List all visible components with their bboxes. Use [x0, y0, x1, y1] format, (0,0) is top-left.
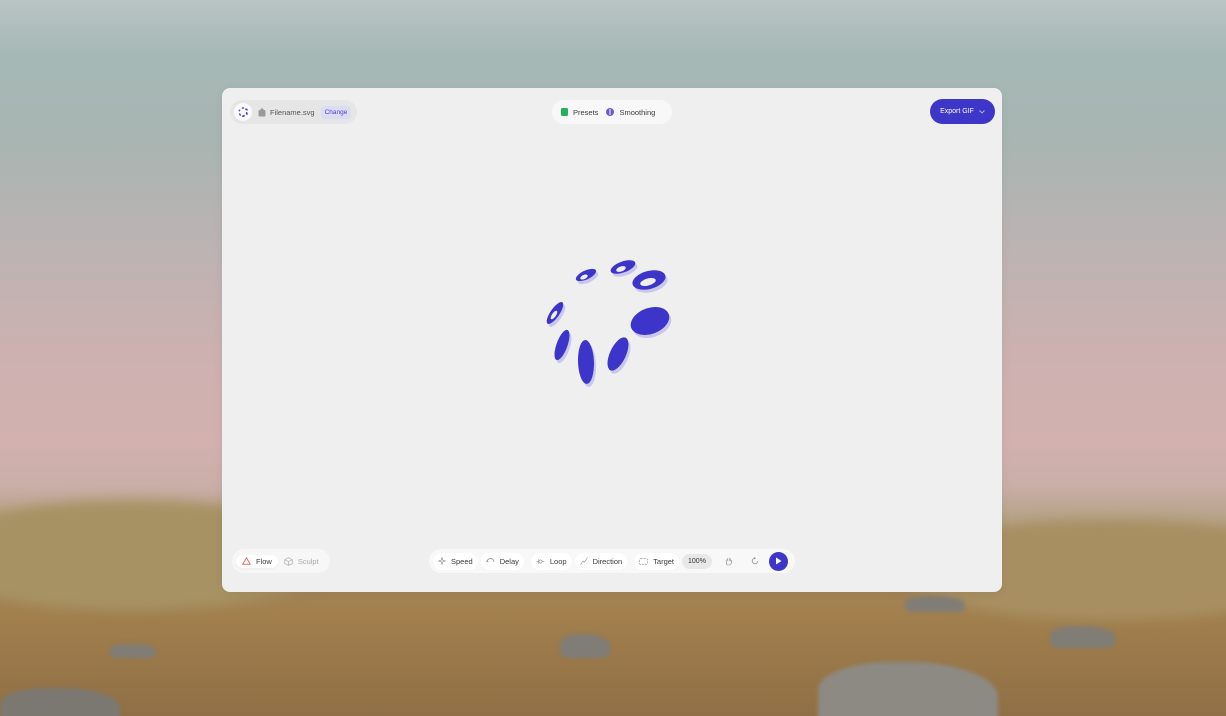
presets-button[interactable]: Presets: [557, 108, 602, 117]
flow-label: Flow: [256, 556, 272, 566]
mode-flow-button[interactable]: Flow: [236, 554, 278, 568]
reset-icon[interactable]: [746, 552, 764, 570]
smoothing-icon: [606, 108, 615, 116]
top-menu: Presets Smoothing: [552, 100, 672, 124]
animated-logo-artwork: [546, 260, 670, 384]
zoom-level[interactable]: 100%: [682, 553, 712, 569]
rock: [1050, 626, 1115, 648]
mode-switcher: Flow Sculpt: [232, 549, 330, 573]
flow-icon: [242, 557, 251, 565]
petal-shape: [607, 337, 629, 371]
delay-icon: [485, 557, 495, 565]
petal-shape: [577, 340, 595, 384]
mode-sculpt-button[interactable]: Sculpt: [278, 555, 325, 568]
file-icon: [258, 108, 266, 117]
petal-shape: [630, 306, 670, 336]
rock: [818, 662, 998, 716]
chevron-down-icon: [979, 109, 985, 114]
export-gif-button[interactable]: Export GIF: [930, 99, 995, 124]
loop-icon: [536, 558, 545, 565]
animation-controls: Speed Delay Loop Direction Target 100%: [429, 549, 795, 573]
rock: [905, 596, 965, 612]
sculpt-icon: [284, 556, 293, 566]
play-icon: [775, 557, 782, 565]
rock: [560, 634, 610, 658]
loop-button[interactable]: Loop: [530, 552, 572, 570]
hand-icon[interactable]: [720, 552, 738, 570]
direction-label: Direction: [592, 556, 623, 566]
delay-label: Delay: [499, 556, 519, 566]
rock: [0, 688, 120, 716]
presets-label: Presets: [573, 107, 599, 117]
target-label: Target: [653, 556, 675, 566]
direction-button[interactable]: Direction: [574, 552, 628, 570]
export-label: Export GIF: [940, 108, 974, 115]
speed-label: Speed: [451, 556, 473, 566]
file-name: Filename.svg: [270, 107, 315, 117]
target-button[interactable]: Target: [634, 552, 680, 570]
loop-label: Loop: [549, 556, 567, 566]
app-logo-icon[interactable]: [234, 103, 252, 121]
petal-shape: [554, 329, 570, 361]
delay-button[interactable]: Delay: [480, 552, 524, 570]
sculpt-label: Sculpt: [297, 556, 319, 566]
direction-icon: [579, 557, 588, 565]
speed-icon: [438, 557, 446, 565]
target-icon: [639, 557, 648, 565]
speed-button[interactable]: Speed: [433, 552, 478, 570]
presets-icon: [561, 108, 568, 116]
smoothing-button[interactable]: Smoothing: [602, 108, 659, 117]
file-pill: Filename.svg Change: [230, 100, 357, 124]
rock: [110, 644, 156, 658]
smoothing-label: Smoothing: [619, 107, 656, 117]
change-file-button[interactable]: Change: [320, 105, 352, 119]
play-button[interactable]: [768, 551, 788, 571]
app-window: Filename.svg Change Presets Smoothing Ex…: [222, 88, 1002, 592]
